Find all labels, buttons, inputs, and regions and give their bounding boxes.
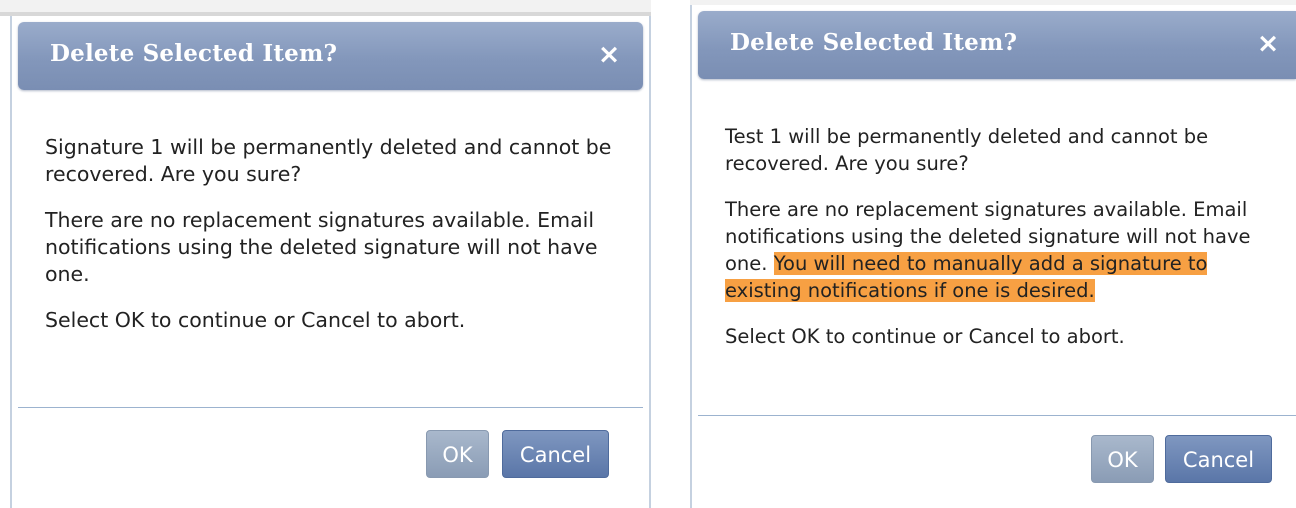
dialog-body: Signature 1 will be permanently deleted … — [45, 134, 629, 353]
instruction-message: Select OK to continue or Cancel to abort… — [45, 308, 466, 332]
manual-add-warning-highlight: You will need to manually add a signatur… — [725, 252, 1208, 302]
confirmation-message: Signature 1 will be permanently deleted … — [45, 135, 612, 186]
footer-divider — [698, 415, 1296, 416]
delete-dialog-signature: Delete Selected Item? × Signature 1 will… — [10, 16, 651, 508]
confirmation-message: Test 1 will be permanently deleted and c… — [725, 125, 1209, 175]
ok-button[interactable]: OK — [1091, 435, 1154, 483]
cancel-button[interactable]: Cancel — [502, 430, 609, 478]
close-icon[interactable]: × — [595, 41, 623, 69]
footer-divider — [18, 407, 643, 408]
instruction-message: Select OK to continue or Cancel to abort… — [725, 325, 1125, 348]
dialog-title: Delete Selected Item? — [730, 29, 1018, 56]
background-strip-left — [0, 0, 651, 16]
replacement-warning: There are no replacement signatures avai… — [45, 207, 629, 288]
ok-button[interactable]: OK — [426, 430, 489, 478]
delete-dialog-test: Delete Selected Item? × Test 1 will be p… — [690, 5, 1296, 508]
dialog-title: Delete Selected Item? — [50, 40, 338, 67]
replacement-warning: There are no replacement signatures avai… — [725, 196, 1276, 304]
replacement-warning-text: There are no replacement signatures avai… — [45, 208, 598, 286]
close-icon[interactable]: × — [1254, 30, 1282, 58]
dialog-titlebar[interactable]: Delete Selected Item? × — [18, 22, 643, 90]
cancel-button[interactable]: Cancel — [1165, 435, 1272, 483]
dialog-titlebar[interactable]: Delete Selected Item? × — [698, 11, 1296, 79]
dialog-body: Test 1 will be permanently deleted and c… — [725, 123, 1276, 369]
